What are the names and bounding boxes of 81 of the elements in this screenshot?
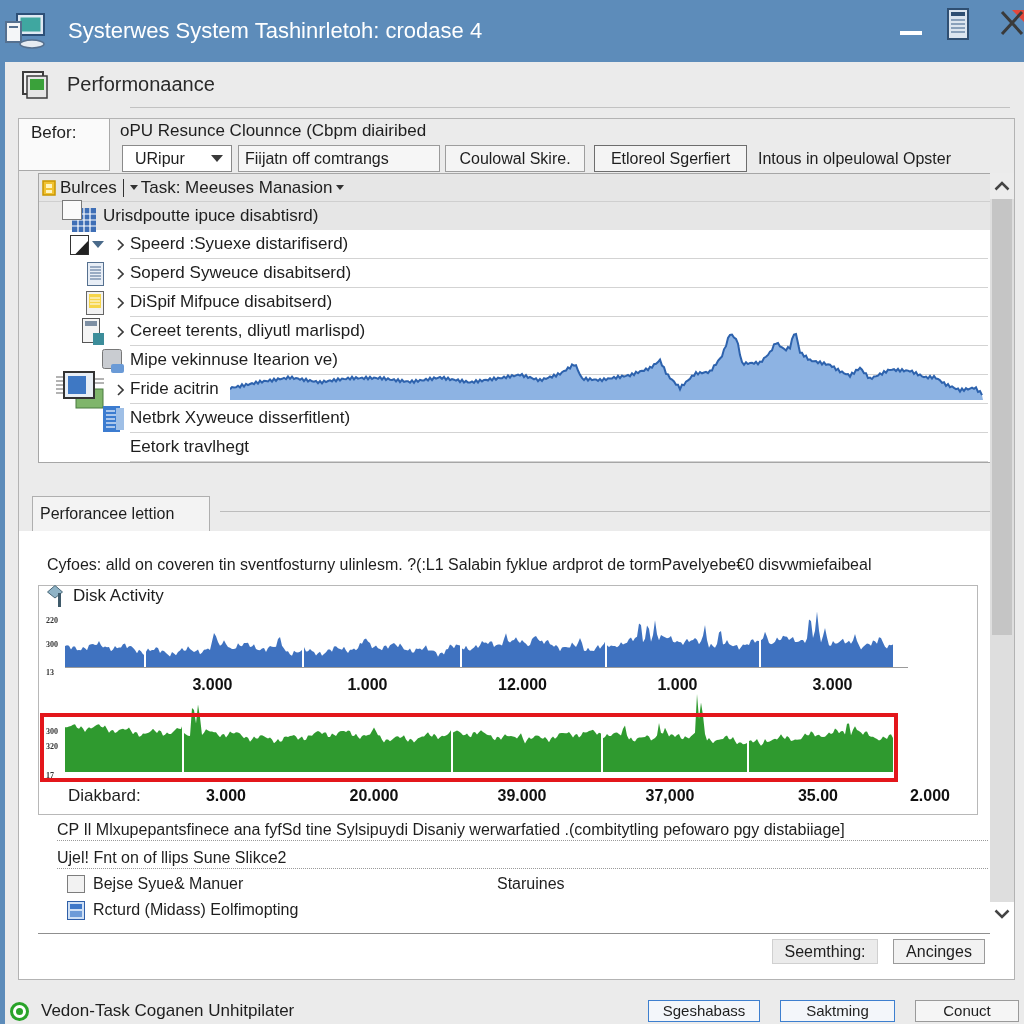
axis-value-label: 2.000	[909, 787, 950, 805]
page-heading: Performonaance	[67, 73, 215, 96]
chart-title: Disk Activity	[73, 586, 164, 606]
task-menu-button[interactable]: Task: Meeuses Manasion	[127, 175, 346, 200]
axis-value-label: 39.000	[497, 787, 547, 805]
option-label: Rcturd (Midass) Eolfimopting	[93, 901, 300, 919]
dropdown[interactable]: URipur	[122, 145, 232, 172]
chevron-up-icon	[994, 181, 1010, 191]
status-text: Vedon-Task Coganen Unhitpilater	[41, 1001, 295, 1021]
chevron-right-icon[interactable]	[117, 238, 124, 251]
axis-value-label: 12.000	[498, 676, 547, 694]
subtitle-text: Ujel! Fnt on of llips Sune Slikce2	[57, 848, 988, 869]
caret-icon	[129, 185, 138, 190]
chevron-right-icon[interactable]	[117, 325, 124, 338]
axis-tick-label: 300	[46, 640, 59, 649]
panel-button[interactable]: Ancinges	[893, 939, 985, 964]
toolbar-button[interactable]: Coulowal Skire.	[445, 145, 585, 172]
folder-icon	[42, 179, 56, 196]
document-icon	[82, 318, 104, 345]
panel-button[interactable]: Seemthing:	[772, 939, 878, 964]
computer-icon	[5, 13, 45, 49]
axis-value-label: 1.000	[657, 676, 698, 694]
section-tab[interactable]: Perforancee lettion	[32, 496, 210, 531]
monitor-icon	[56, 370, 104, 409]
tree-row[interactable]: Netbrk Xyweuce disserfitlent)	[39, 404, 351, 433]
axis-tick-label: 13	[46, 668, 55, 677]
document-icon[interactable]	[947, 8, 969, 40]
window-icon	[70, 234, 104, 255]
axis-tick-label: 320	[46, 742, 59, 751]
tree-row[interactable]: Urisdpoutte ipuce disabtisrd)	[39, 202, 319, 230]
tile-icon	[102, 348, 124, 373]
filter-caption: oPU Resunce Clounnce (Cbpm diairibed	[120, 120, 428, 142]
grid-icon	[62, 200, 96, 232]
checkbox[interactable]	[67, 875, 85, 893]
document-icon	[103, 405, 124, 432]
footer-button[interactable]: Conuct	[915, 1000, 1019, 1022]
tree-row[interactable]: DiSpif Mifpuce disabitserd)	[39, 288, 333, 317]
filter-tab[interactable]: Befor:	[19, 119, 110, 171]
chevron-right-icon[interactable]	[117, 267, 124, 280]
pin-icon	[47, 585, 63, 607]
ring-icon	[10, 1001, 29, 1021]
footer-button[interactable]: Sgeshabass	[648, 1000, 760, 1022]
chevron-right-icon[interactable]	[117, 296, 124, 309]
scrollbar-thumb[interactable]	[992, 199, 1012, 635]
caret-icon	[335, 185, 344, 190]
axis-tick-label: 300	[46, 727, 59, 736]
option-value: Staruines	[497, 875, 565, 893]
axis-value-label: 3.000	[812, 676, 853, 694]
axis-value-label: 20.000	[349, 787, 399, 805]
chevron-right-icon[interactable]	[117, 383, 124, 396]
close-icon[interactable]	[1000, 10, 1024, 36]
tree-row[interactable]: Cereet terents, dliyutl marlispd)	[39, 317, 366, 346]
axis-tick-label: 220	[46, 616, 59, 625]
tree-row[interactable]: Mipe vekinnuse Itearion ve)	[39, 346, 338, 375]
caret-icon	[211, 155, 223, 162]
axis-value-label: 37,000	[645, 787, 695, 805]
screen-icon	[22, 70, 48, 99]
chevron-down-icon	[994, 909, 1010, 919]
tree-row[interactable]: Fride acitrin	[39, 375, 219, 404]
document-icon	[87, 261, 104, 286]
column-header: Bulrces	[60, 177, 117, 198]
summary-text: CP Il Mlxupepantsfinece ana fyfSd tine Sylsipuydi Disaniy werwarfatied .(combitytling pefowaro pgy distabiiage]	[57, 820, 988, 841]
toolbar-button[interactable]: Etloreol Sgerfiert	[594, 145, 747, 172]
axis-value-label: 3.000	[205, 787, 246, 805]
scroll-up-button[interactable]	[990, 173, 1014, 199]
filter-note: Intous in olpeulowal Opster	[758, 149, 951, 169]
option-label: Bejse Syue& Manuer	[93, 875, 245, 893]
footer-button[interactable]: Saktming	[780, 1000, 895, 1022]
axis-tick-label: 17	[46, 771, 55, 780]
axis-value-label: 3.000	[192, 676, 233, 694]
axis-value-label: 1.000	[347, 676, 388, 694]
text-field[interactable]: Fiijatn off comtrangs	[238, 145, 440, 172]
axis-value-label: 35.00	[797, 787, 838, 805]
tree-row[interactable]: Soperd Syweuce disabitserd)	[39, 259, 352, 288]
window-title: Systerwes System Tashinrletoh: crodase 4	[68, 18, 483, 44]
window-icon	[67, 900, 85, 920]
description-text: Cyfoes: alld on coveren tin sventfosturny ulinlesm. ?(:L1 Salabin fyklue ardprot de tormPavelyebe€0 disvwmiefaibeal	[47, 555, 873, 575]
note-icon	[86, 290, 104, 315]
axis-caption: Diakbard:	[68, 786, 141, 806]
tree-row[interactable]: Speerd :Syuexe distarifiserd)	[39, 230, 349, 259]
tree-row[interactable]: Eetork travlhegt	[39, 433, 250, 462]
